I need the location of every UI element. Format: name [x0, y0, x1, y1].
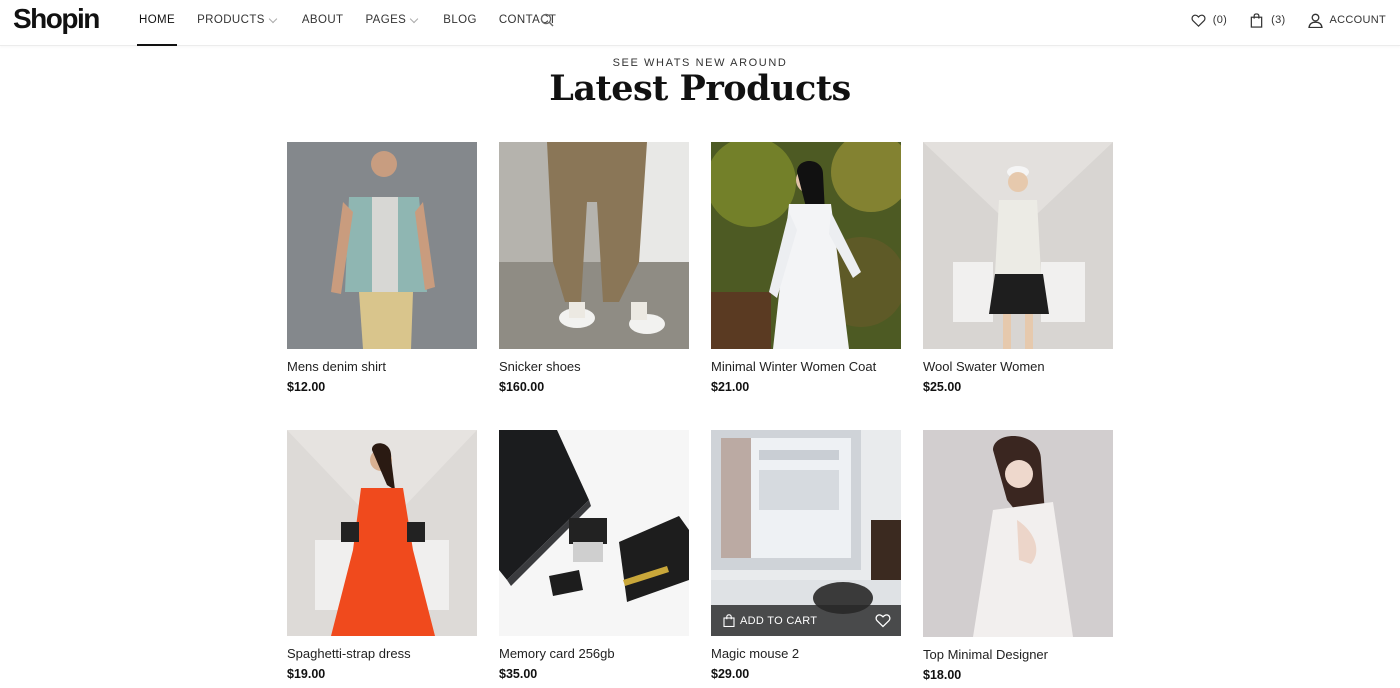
wishlist-count: (0) — [1212, 14, 1228, 26]
product-price: $18.00 — [923, 668, 962, 682]
user-icon — [1307, 13, 1323, 28]
nav-item-home[interactable]: HOME — [128, 0, 186, 46]
product-card[interactable]: Minimal Winter Women Coat $21.00 — [711, 142, 901, 394]
wishlist-link[interactable]: (0) — [1191, 13, 1227, 28]
product-hover-actions: ADD TO CART — [711, 605, 901, 636]
section-title: Latest Products — [549, 68, 851, 109]
product-image[interactable] — [499, 142, 689, 349]
product-photo — [499, 142, 689, 349]
product-name[interactable]: Top Minimal Designer — [923, 647, 1113, 662]
product-photo — [923, 430, 1113, 637]
product-image[interactable] — [499, 430, 689, 636]
nav-item-label: BLOG — [443, 14, 477, 26]
account-label: ACCOUNT — [1329, 14, 1386, 26]
product-name[interactable]: Minimal Winter Women Coat — [711, 359, 901, 374]
search-icon[interactable] — [540, 13, 554, 27]
account-link[interactable]: ACCOUNT — [1307, 13, 1387, 28]
nav-item-contact[interactable]: CONTACT — [488, 0, 568, 46]
product-price: $160.00 — [499, 380, 545, 394]
product-card[interactable]: Snicker shoes $160.00 — [499, 142, 689, 394]
product-photo — [287, 142, 477, 349]
nav-item-label: PRODUCTS — [197, 14, 265, 26]
nav-item-label: HOME — [139, 14, 176, 26]
product-price: $12.00 — [287, 380, 326, 394]
chevron-down-icon — [409, 0, 421, 40]
product-price: $29.00 — [711, 667, 750, 681]
product-photo — [287, 430, 477, 636]
shopping-bag-icon — [723, 614, 735, 627]
nav-item-label: ABOUT — [301, 14, 344, 26]
product-photo — [923, 142, 1113, 349]
product-card[interactable]: Top Minimal Designer $18.00 — [923, 430, 1113, 682]
product-price: $25.00 — [923, 380, 962, 394]
header-actions: (0) (3) ACCOUNT — [1191, 0, 1386, 40]
chevron-down-icon — [268, 0, 280, 40]
product-name[interactable]: Memory card 256gb — [499, 646, 689, 661]
logo[interactable]: Shopin — [13, 2, 100, 36]
product-price: $19.00 — [287, 667, 326, 681]
nav-item-label: PAGES — [365, 14, 407, 26]
product-card[interactable]: Memory card 256gb $35.00 — [499, 430, 689, 681]
cart-count: (3) — [1271, 14, 1286, 26]
product-card[interactable]: ADD TO CART Magic mouse 2 $29.00 — [711, 430, 901, 681]
product-image[interactable] — [287, 430, 477, 636]
product-card[interactable]: Mens denim shirt $12.00 — [287, 142, 477, 394]
product-card[interactable]: Wool Swater Women $25.00 — [923, 142, 1113, 394]
heart-icon — [1191, 14, 1206, 27]
product-image[interactable] — [287, 142, 477, 349]
add-to-cart-button[interactable]: ADD TO CART — [723, 614, 817, 627]
product-price: $35.00 — [499, 667, 538, 681]
add-to-cart-label: ADD TO CART — [740, 614, 818, 627]
main-nav: HOME PRODUCTS ABOUT PAGES BLOG CONTACT — [128, 0, 567, 46]
product-image[interactable] — [923, 142, 1113, 349]
shopping-bag-icon — [1250, 12, 1263, 28]
product-card[interactable]: Spaghetti-strap dress $19.00 — [287, 430, 477, 681]
nav-item-blog[interactable]: BLOG — [432, 0, 488, 46]
product-name[interactable]: Spaghetti-strap dress — [287, 646, 477, 661]
product-image[interactable]: ADD TO CART — [711, 430, 901, 636]
nav-item-about[interactable]: ABOUT — [291, 0, 355, 46]
nav-item-pages[interactable]: PAGES — [354, 0, 432, 46]
product-photo — [711, 142, 901, 349]
cart-link[interactable]: (3) — [1249, 12, 1286, 28]
product-image[interactable] — [923, 430, 1113, 637]
product-image[interactable] — [711, 142, 901, 349]
nav-item-products[interactable]: PRODUCTS — [186, 0, 291, 46]
product-name[interactable]: Magic mouse 2 — [711, 646, 901, 661]
product-photo — [499, 430, 689, 636]
product-price: $21.00 — [711, 380, 750, 394]
product-name[interactable]: Mens denim shirt — [287, 359, 477, 374]
heart-icon[interactable] — [875, 613, 891, 628]
product-name[interactable]: Wool Swater Women — [923, 359, 1113, 374]
site-header: Shopin HOME PRODUCTS ABOUT PAGES BLOG CO… — [0, 0, 1400, 46]
product-name[interactable]: Snicker shoes — [499, 359, 689, 374]
